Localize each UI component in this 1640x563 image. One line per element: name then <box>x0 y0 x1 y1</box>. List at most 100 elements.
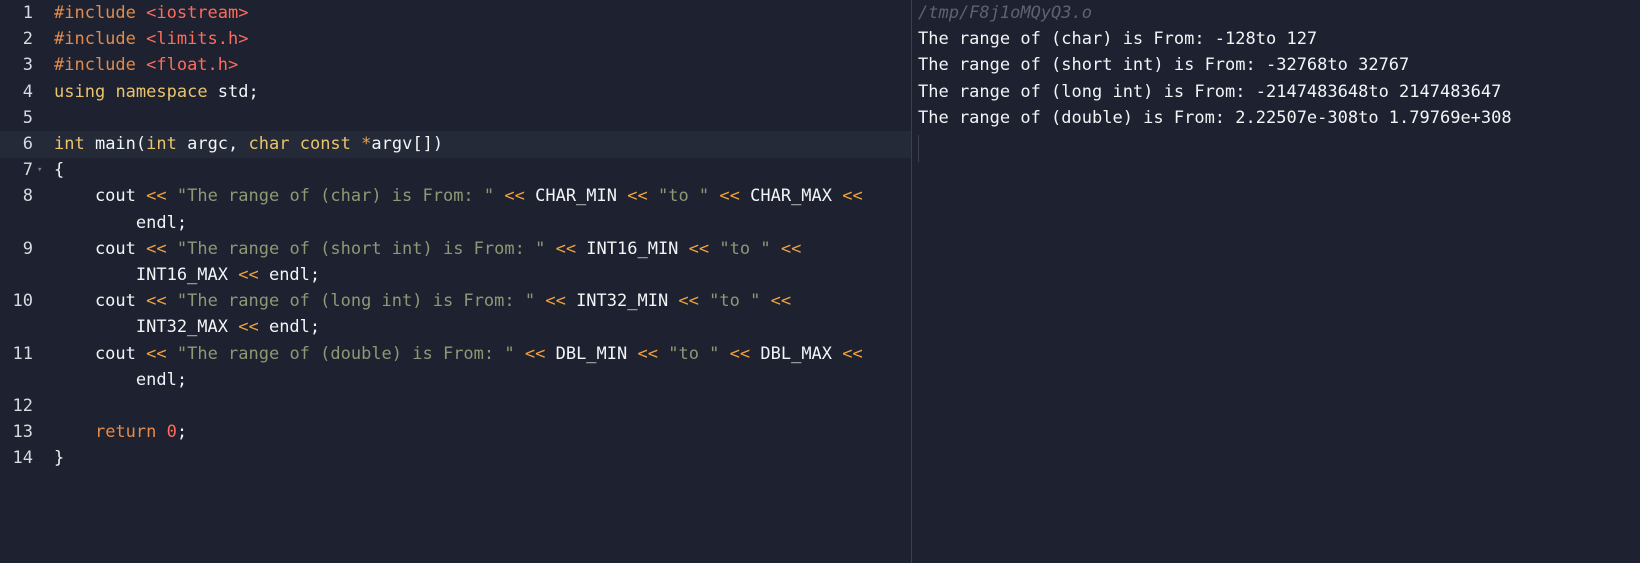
code-token: namespace <box>115 81 208 102</box>
line-number: 4 <box>22 81 33 102</box>
code-token: #include <box>54 3 147 23</box>
code-text: endl; <box>54 210 187 237</box>
code-token: cout <box>54 343 147 364</box>
line-number <box>0 367 33 394</box>
editor-line[interactable]: 12 <box>0 393 911 420</box>
code-token: int <box>146 134 177 154</box>
output-line: The range of (long int) is From: -214748… <box>918 81 1502 102</box>
line-number: 11 <box>12 343 33 364</box>
code-token: DBL_MIN <box>545 343 638 364</box>
code-token: << <box>146 186 167 207</box>
code-token: char <box>248 134 290 154</box>
code-token: int <box>54 134 85 154</box>
line-number: 3 <box>22 55 33 76</box>
code-token: endl; <box>54 212 188 233</box>
line-number: 5 <box>22 107 33 128</box>
editor-line[interactable]: endl; <box>0 210 911 237</box>
output-panel: /tmp/F8j1oMQyQ3.o The range of (char) is… <box>912 0 1640 563</box>
editor-line[interactable]: 11 cout << "The range of (double) is Fro… <box>0 341 911 368</box>
line-number: 7 <box>22 160 33 181</box>
output-line: The range of (short int) is From: -32768… <box>918 55 1410 76</box>
code-token: << <box>678 291 699 312</box>
code-token: << <box>238 317 259 338</box>
code-token: "The range of (double) is From: " <box>176 343 515 364</box>
editor-line[interactable]: 6 int main(int argc, char const *argv[]) <box>0 131 911 158</box>
line-number: 2 <box>22 29 33 50</box>
editor-line[interactable]: INT16_MAX << endl; <box>0 262 911 289</box>
output-line: The range of (double) is From: 2.22507e-… <box>918 107 1512 128</box>
line-number: 8 <box>22 186 33 207</box>
line-number: 1 <box>22 3 33 23</box>
code-token: "to " <box>657 186 710 207</box>
line-number: 14 <box>12 448 33 469</box>
editor-line[interactable]: 3 #include <float.h> <box>0 52 911 79</box>
line-number: 13 <box>12 422 33 443</box>
editor-line[interactable]: endl; <box>0 367 911 394</box>
editor-line[interactable]: INT32_MAX << endl; <box>0 314 911 341</box>
line-number: 12 <box>12 396 33 416</box>
code-token: << <box>555 238 577 259</box>
code-text: int main(int argc, char const *argv[]) <box>54 131 443 158</box>
code-token: { <box>54 160 65 181</box>
code-token: "to " <box>719 238 771 259</box>
output-caret <box>918 135 919 162</box>
code-token: endl; <box>54 369 188 390</box>
code-token: << <box>524 343 546 364</box>
editor-line[interactable]: 5 <box>0 105 911 132</box>
code-token: <float.h> <box>146 55 239 76</box>
code-text: } <box>54 445 64 472</box>
code-token: main( <box>84 134 147 154</box>
code-token: "to " <box>668 343 720 364</box>
code-text: cout << "The range of (long int) is From… <box>54 288 791 315</box>
code-token: cout <box>54 238 147 259</box>
editor-line[interactable]: 8 cout << "The range of (char) is From: … <box>0 183 911 210</box>
code-token: * <box>361 134 372 154</box>
code-text: cout << "The range of (char) is From: " … <box>54 183 863 210</box>
code-token: "to " <box>709 291 761 312</box>
editor-line[interactable]: 1 #include <iostream> <box>0 0 911 27</box>
code-text: using namespace std; <box>54 79 259 106</box>
code-token: argc, <box>176 134 249 154</box>
editor-line[interactable]: 10 cout << "The range of (long int) is F… <box>0 288 911 315</box>
editor-line[interactable]: 7 ▾ { <box>0 157 911 184</box>
output-file-path: /tmp/F8j1oMQyQ3.o <box>918 3 1092 23</box>
code-text: return 0; <box>54 419 187 446</box>
code-token: #include <box>54 55 147 76</box>
code-editor[interactable]: 1 #include <iostream> 2 #include <limits.h>… <box>0 0 912 563</box>
code-token: cout <box>54 291 147 312</box>
fold-arrow-icon[interactable]: ▾ <box>37 157 42 184</box>
code-token: <iostream> <box>146 3 249 23</box>
editor-line[interactable]: 13 return 0; <box>0 419 911 446</box>
code-token: ; <box>176 422 188 443</box>
code-token: INT32_MIN <box>565 291 679 312</box>
code-token: } <box>54 448 65 469</box>
code-token: << <box>238 265 259 285</box>
code-token: std; <box>207 81 259 102</box>
editor-line[interactable]: 4 using namespace std; <box>0 79 911 106</box>
code-token: << <box>770 291 792 312</box>
code-token: << <box>504 186 525 207</box>
code-text: cout << "The range of (double) is From: … <box>54 341 863 368</box>
editor-line[interactable]: 2 #include <limits.h> <box>0 26 911 53</box>
output-line: The range of (char) is From: -128to 127 <box>918 29 1318 50</box>
code-text: #include <float.h> <box>54 52 238 79</box>
line-number <box>0 262 33 289</box>
editor-line[interactable]: 14} <box>0 445 911 472</box>
code-token: return <box>94 422 157 443</box>
editor-line[interactable]: 9 cout << "The range of (short int) is F… <box>0 236 911 263</box>
